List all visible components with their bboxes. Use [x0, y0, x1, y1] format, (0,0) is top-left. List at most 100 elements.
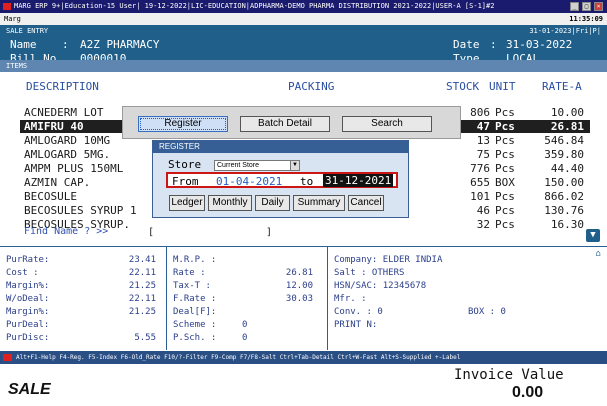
item-info-panel: PurRate: 23.41 Cost : 22.11 Margin%: 21.… — [0, 246, 607, 350]
find-name-input[interactable]: [ ] — [148, 227, 273, 238]
item-rate: 130.76 — [544, 204, 584, 217]
print-info: PRINT N: — [334, 320, 378, 330]
date-range-field: From 01-04-2021 to 31-12-2021 — [166, 172, 398, 188]
item-stock: 46 — [476, 204, 490, 217]
company-info: Company: ELDER INDIA — [334, 255, 443, 265]
item-rate: 16.30 — [550, 218, 584, 231]
item-name: BECOSULES SYRUP 1 — [24, 204, 137, 217]
item-stock: 101 — [470, 190, 490, 203]
app-logo-icon — [3, 3, 11, 10]
chevron-down-icon[interactable]: ▼ — [290, 161, 299, 170]
item-unit: Pcs — [495, 106, 515, 119]
item-rate: 44.40 — [550, 162, 584, 175]
item-unit: Pcs — [495, 120, 515, 133]
items-section-bar: ITEMS — [0, 60, 607, 72]
col-rate: RATE-A — [542, 80, 582, 93]
batch-detail-button[interactable]: Batch Detail — [240, 116, 330, 132]
info-divider — [166, 246, 167, 350]
col-unit: UNIT — [489, 80, 516, 93]
menu-bar: Marg 11:35:09 — [0, 13, 607, 25]
info-value: 0 — [242, 320, 248, 330]
info-label: PurDeal: — [6, 320, 50, 330]
store-select-value: Current Store — [217, 162, 260, 169]
from-label: From — [172, 175, 199, 188]
info-label: F.Rate : — [173, 294, 217, 304]
col-packing: PACKING — [288, 80, 335, 93]
info-value: 26.81 — [285, 268, 313, 278]
menu-marg[interactable]: Marg — [4, 15, 21, 23]
item-stock: 655 — [470, 176, 490, 189]
search-button[interactable]: Search — [342, 116, 432, 132]
date-label: Date — [453, 38, 480, 51]
box-info: BOX : 0 — [468, 307, 506, 317]
info-label: PurDisc: — [6, 333, 50, 343]
invoice-value: 0.00 — [512, 384, 544, 401]
item-stock: 32 — [476, 218, 490, 231]
clock: 11:35:09 — [569, 15, 603, 23]
home-icon[interactable]: ⌂ — [596, 249, 601, 259]
party-name[interactable]: A2Z PHARMACY — [80, 38, 159, 51]
system-date: 31-01-2023|Fri|P| — [529, 27, 601, 35]
item-name: BECOSULE — [24, 190, 77, 203]
item-name: ACNEDERM LOT — [24, 106, 104, 119]
minimize-icon[interactable]: _ — [570, 2, 579, 11]
ledger-button[interactable]: Ledger — [169, 195, 205, 211]
mode-label: SALE — [8, 381, 51, 398]
item-name: AZMIN CAP. — [24, 176, 91, 189]
item-name: AMLOGARD 5MG. — [24, 148, 111, 161]
item-unit: Pcs — [495, 134, 515, 147]
monthly-button[interactable]: Monthly — [208, 195, 252, 211]
filter-icon[interactable]: ▼ — [586, 229, 600, 242]
footer: SALE Invoice Value 0.00 — [0, 364, 607, 406]
conv-info: Conv. : 0 — [334, 307, 383, 317]
to-date-input[interactable]: 31-12-2021 — [323, 174, 394, 187]
item-name: AMLOGARD 10MG — [24, 134, 111, 147]
play-icon — [3, 354, 12, 361]
bill-type[interactable]: LOCAL — [506, 52, 539, 60]
from-date-input[interactable]: 01-04-2021 — [216, 175, 282, 188]
item-unit: Pcs — [495, 204, 515, 217]
info-value: 21.25 — [128, 307, 156, 317]
item-stock: 75 — [476, 148, 490, 161]
window-title: MARG ERP 9+|Education-15 User| 19-12-202… — [14, 2, 495, 10]
register-button[interactable]: Register — [138, 116, 228, 132]
info-label: Cost : — [6, 268, 39, 278]
info-label: Margin%: — [6, 307, 50, 317]
cancel-button[interactable]: Cancel — [348, 195, 384, 211]
type-label: Type — [453, 52, 480, 60]
item-name: AMIFRU 40 — [24, 120, 84, 133]
find-bracket-close: ] — [266, 227, 273, 238]
item-rate: 10.00 — [550, 106, 584, 119]
info-label: P.Sch. : — [173, 333, 217, 343]
maximize-icon[interactable]: □ — [582, 2, 591, 11]
shortcut-text: Alt+F1-Help F4-Reg. F5-Index F6-Old_Rate… — [16, 354, 461, 361]
info-label: W/oDeal: — [6, 294, 50, 304]
item-unit: Pcs — [495, 148, 515, 161]
col-stock: STOCK — [446, 80, 480, 93]
invoice-value-label: Invoice Value — [454, 367, 564, 383]
daily-button[interactable]: Daily — [255, 195, 290, 211]
info-value: 21.25 — [128, 281, 156, 291]
item-options-dialog: Register Batch Detail Search — [122, 106, 461, 139]
info-value: 30.03 — [285, 294, 313, 304]
mfr-info: Mfr. : — [334, 294, 367, 304]
find-bracket-open: [ — [148, 227, 155, 238]
bill-date[interactable]: 31-03-2022 — [506, 38, 572, 51]
info-value: 23.41 — [128, 255, 156, 265]
item-unit: Pcs — [495, 218, 515, 231]
summary-button[interactable]: Summary — [293, 195, 345, 211]
info-right: Company: ELDER INDIA Salt : OTHERS HSN/S… — [328, 249, 607, 349]
item-rate: 546.84 — [544, 134, 584, 147]
info-value: 22.11 — [128, 294, 156, 304]
item-unit: Pcs — [495, 162, 515, 175]
store-select[interactable]: Current Store ▼ — [214, 160, 300, 171]
name-label: Name — [10, 38, 37, 51]
bill-number[interactable]: 0000010 — [80, 52, 126, 60]
info-divider — [327, 246, 328, 350]
info-mid: M.R.P. : Rate : 26.81 Tax-T : 12.00 F.Ra… — [167, 249, 327, 349]
item-rate: 150.00 — [544, 176, 584, 189]
info-label: Margin%: — [6, 281, 50, 291]
hsn-info: HSN/SAC: 12345678 — [334, 281, 427, 291]
salt-info: Salt : OTHERS — [334, 268, 405, 278]
close-icon[interactable]: × — [594, 2, 603, 11]
